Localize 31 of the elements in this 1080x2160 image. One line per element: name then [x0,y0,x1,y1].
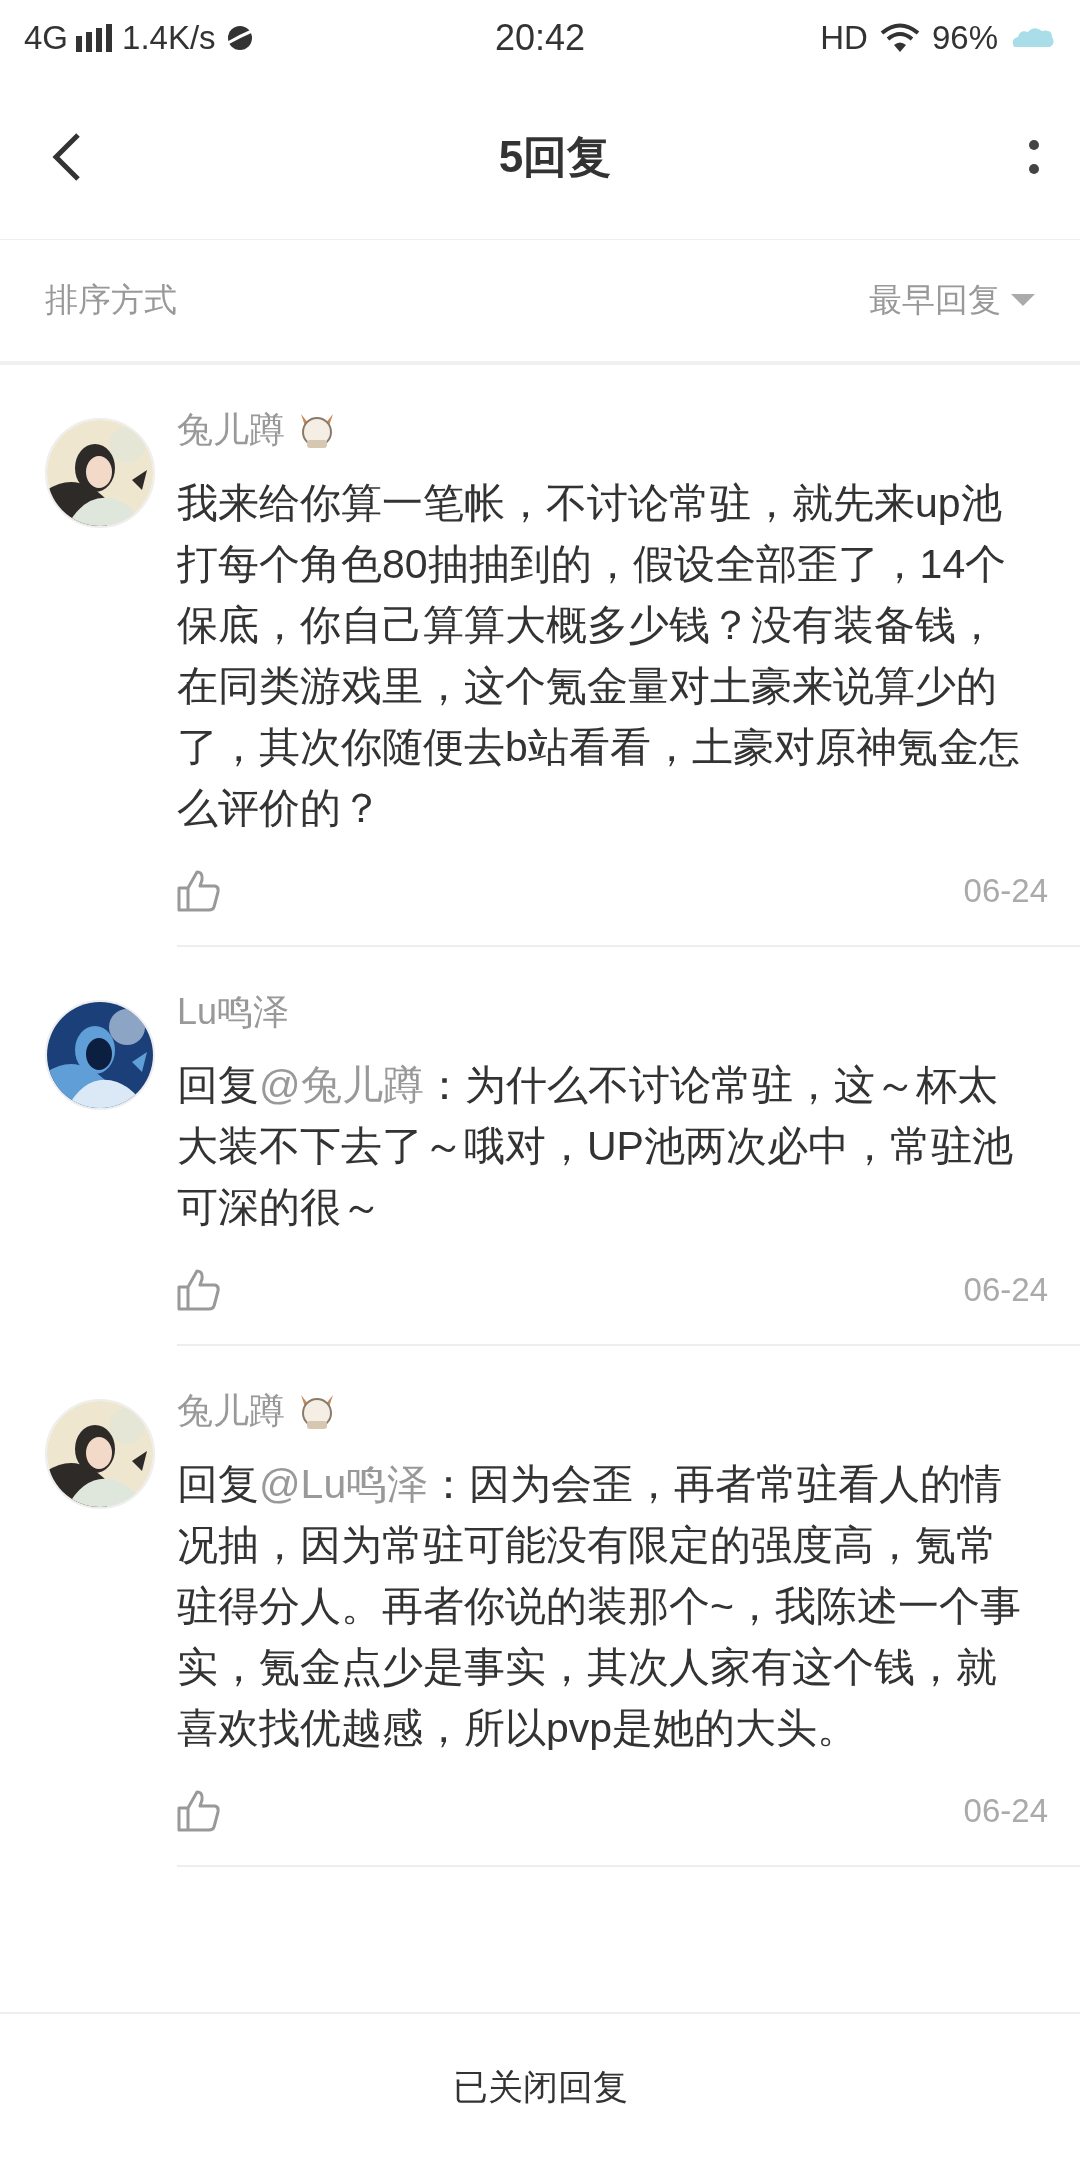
signal-icon [76,23,115,52]
username[interactable]: 兔儿蹲 [177,1386,285,1436]
mention-link[interactable]: @兔儿蹲 [259,1062,424,1108]
mention-link[interactable]: @Lu鸣泽 [259,1461,429,1507]
clock: 20:42 [494,16,586,59]
hd-label: HD [820,18,868,57]
sort-label: 排序方式 [45,280,177,320]
like-button[interactable] [177,1790,221,1832]
comment-text: 我来给你算一笔帐，不讨论常驻，就先来up池打每个角色80抽抽到的，假设全部歪了，14个保底，你自己算算大概多少钱？没有装备钱，在同类游戏里，这个氪金量对土豪来说算少的了，其次你随便去b站看看，土豪对原神氪金怎么评价的？ [177,479,1021,833]
back-icon [50,131,82,183]
username[interactable]: Lu鸣泽 [177,987,290,1037]
speed-label: 1.4K/s [122,18,216,57]
thumbs-up-icon [177,1269,221,1311]
comment-text: 回复@Lu鸣泽：因为会歪，再者常驻看人的情况抽，因为常驻可能没有限定的强度高，氪常驻得分人。再者你说的装那个~，我陈述一个事实，氪金点少是事实，其次人家有这个钱，就喜欢找优越感，所以pvp是她的大头。 [177,1460,1022,1753]
battery-label: 96% [931,18,998,57]
comment-text: 回复@兔儿蹲：为什么不讨论常驻，这～杯太大装不下去了～哦对，UP池两次必中，常驻池可深的很～ [177,1061,1014,1232]
network-label: 4G [24,18,69,57]
username[interactable]: 兔儿蹲 [177,405,285,455]
reply-date: 06-24 [963,872,1048,910]
page-title: 5回复 [498,130,612,183]
thumbs-up-icon [177,1790,221,1832]
like-button[interactable] [177,1269,221,1311]
caret-icon [1011,293,1035,308]
like-button[interactable] [177,870,221,912]
reply-date: 06-24 [963,1792,1048,1830]
sort-dropdown[interactable]: 最早回复 [869,278,1035,323]
wifi-icon [879,21,920,54]
reply-date: 06-24 [963,1271,1048,1309]
thumbs-up-icon [177,870,221,912]
more-icon [1028,137,1040,177]
replies-closed-label: 已关闭回复 [452,2065,628,2108]
